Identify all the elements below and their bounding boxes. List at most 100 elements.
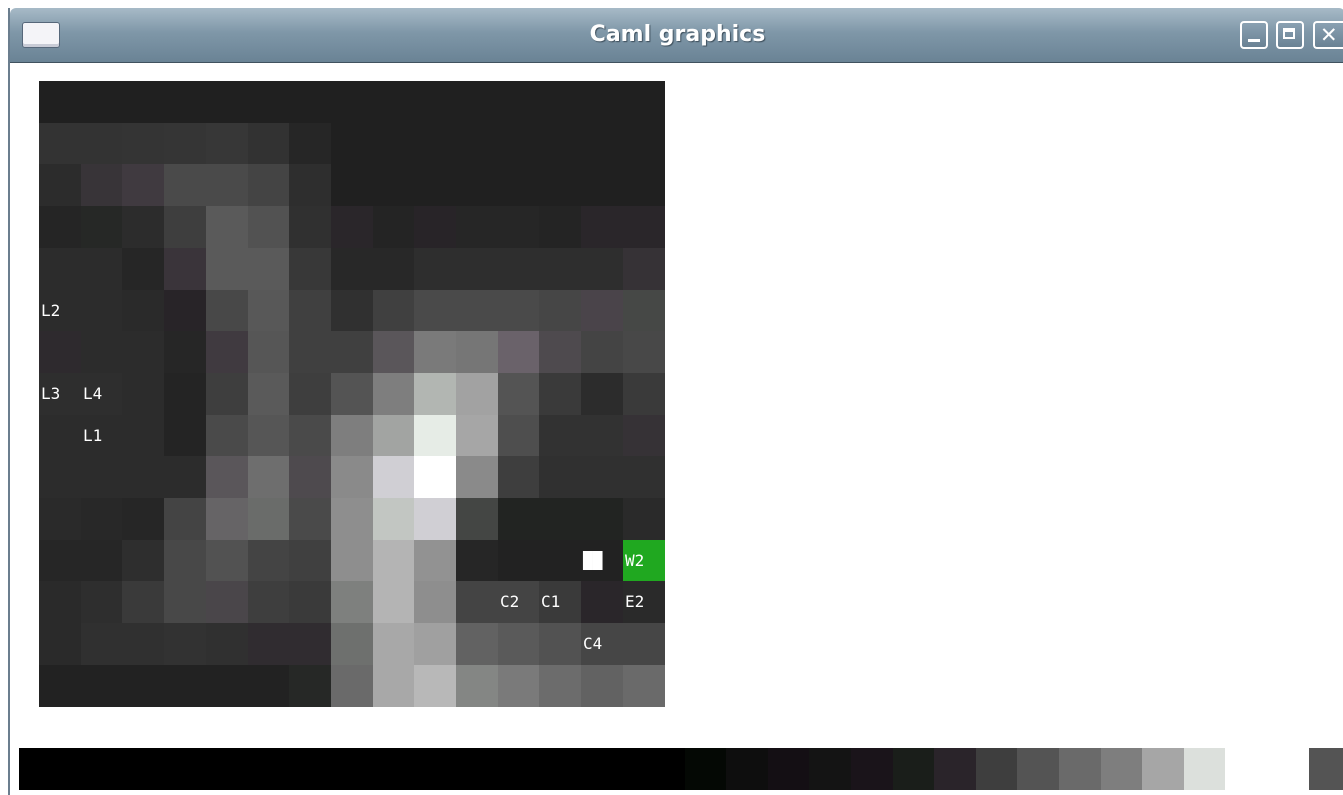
grid-cell: [206, 81, 248, 123]
grid-cell: [206, 248, 248, 290]
grid-cell: [539, 164, 581, 206]
grid-cell: [206, 498, 248, 540]
grid-cell: [581, 123, 623, 164]
palette-swatch: [19, 748, 61, 790]
grid-cell: [39, 581, 81, 623]
grid-cell: [623, 373, 665, 415]
grid-cell: [164, 248, 206, 290]
grid-cell: [248, 81, 289, 123]
palette-swatch: [768, 748, 809, 790]
grid-cell: [81, 581, 122, 623]
grid-cell: [456, 373, 498, 415]
grid-cell: [331, 665, 373, 707]
cell-label: C1: [541, 592, 561, 611]
grid-cell: [623, 123, 665, 164]
maximize-button[interactable]: [1276, 21, 1304, 49]
grid-cell: [122, 623, 164, 665]
minimize-icon: [1248, 39, 1260, 42]
intensity-grid: L2 L3 L4 L1 ██ W2 C2 C1 E2 C4: [39, 81, 665, 707]
grid-cell: [331, 456, 373, 498]
grid-cell: [581, 290, 623, 331]
grid-cell: [414, 164, 456, 206]
grid-cell: [373, 540, 414, 581]
grid-cell: [122, 415, 164, 456]
grid-cell: [456, 248, 498, 290]
grid-cell: [248, 290, 289, 331]
grid-cell: [581, 498, 623, 540]
grid-cell: [581, 373, 623, 415]
grid-cell: [373, 290, 414, 331]
grid-cell: [373, 581, 414, 623]
grid-cell: [81, 623, 122, 665]
grid-cell: [623, 456, 665, 498]
grid-cell: [248, 456, 289, 498]
grid-cell: [539, 373, 581, 415]
grid-cell: [39, 623, 81, 665]
grid-cell: [623, 623, 665, 665]
grid-cell: [39, 164, 81, 206]
palette-swatch: [102, 748, 144, 790]
palette-swatch: [227, 748, 269, 790]
palette-swatch: [1142, 748, 1184, 790]
grid-cell: [248, 665, 289, 707]
grid-cell: [164, 540, 206, 581]
palette-swatch: [269, 748, 310, 790]
palette-swatch: [1225, 748, 1267, 790]
grid-cell: [539, 290, 581, 331]
grid-cell: [331, 415, 373, 456]
grid-cell: [206, 164, 248, 206]
grid-cell: [289, 373, 331, 415]
cell-label: C2: [500, 592, 520, 611]
grid-cell: [456, 290, 498, 331]
grid-cell: [456, 206, 498, 248]
grid-cell: [206, 456, 248, 498]
grid-cell: [331, 206, 373, 248]
grid-cell: [81, 331, 122, 373]
grid-cell: [331, 123, 373, 164]
grid-cell: [414, 81, 456, 123]
grid-cell: [373, 123, 414, 164]
grid-cell: [289, 665, 331, 707]
grid-cell: [498, 290, 539, 331]
grid-cell: [122, 164, 164, 206]
grid-cell: [39, 206, 81, 248]
grid-cell: [414, 248, 456, 290]
grid-cell: [81, 665, 122, 707]
grid-cell: [81, 290, 122, 331]
grid-cell: [539, 415, 581, 456]
grid-cell: [81, 164, 122, 206]
grid-cell: [122, 123, 164, 164]
close-icon: ✕: [1320, 23, 1338, 47]
grid-cell: [331, 81, 373, 123]
palette-swatch: [1267, 748, 1309, 790]
palette-swatch: [1101, 748, 1142, 790]
close-button[interactable]: ✕: [1313, 21, 1343, 49]
grid-cell: [248, 415, 289, 456]
grid-cell: [248, 331, 289, 373]
grid-cell: [623, 248, 665, 290]
minimize-button[interactable]: [1240, 21, 1268, 49]
grid-cell: [122, 498, 164, 540]
grid-cell: [122, 373, 164, 415]
grid-cell: [289, 81, 331, 123]
grid-cell: [456, 164, 498, 206]
grid-cell: [373, 623, 414, 665]
grid-cell: [289, 123, 331, 164]
grid-cell: [39, 540, 81, 581]
grid-cell: [331, 623, 373, 665]
grid-cell: [122, 206, 164, 248]
palette-swatch: [934, 748, 976, 790]
grid-cell: [623, 665, 665, 707]
grid-cell: [498, 164, 539, 206]
grid-cell: [122, 248, 164, 290]
grid-cell: [81, 81, 122, 123]
grid-cell: [206, 206, 248, 248]
title-bar[interactable]: Caml graphics ✕: [10, 8, 1343, 63]
grid-cell: [373, 81, 414, 123]
cell-label: ██: [583, 551, 603, 570]
palette-swatch: [809, 748, 851, 790]
grid-cell: [414, 581, 456, 623]
grid-cell: [498, 123, 539, 164]
grid-cell: [39, 665, 81, 707]
grid-cell: [623, 164, 665, 206]
